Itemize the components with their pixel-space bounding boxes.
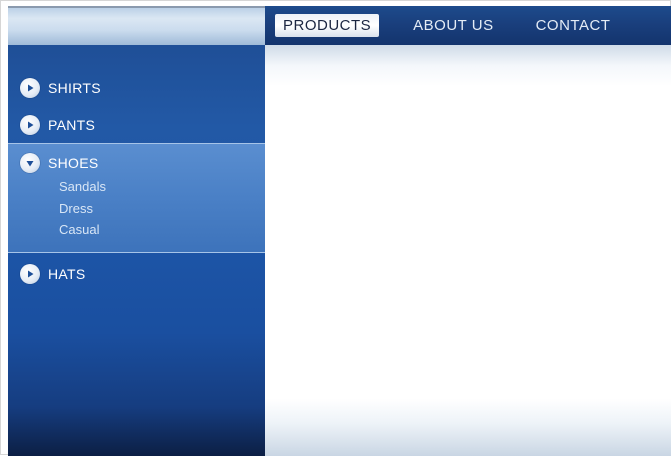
chevron-down-circle-icon — [20, 153, 40, 173]
nav-item-products[interactable]: PRODUCTS — [275, 14, 380, 37]
submenu-item-casual[interactable]: Casual — [59, 222, 99, 237]
sidebar-item-label: HATS — [48, 266, 86, 282]
play-circle-icon — [20, 78, 40, 98]
main-content — [265, 45, 671, 456]
sidebar-item-shoes[interactable]: SHOES — [20, 153, 99, 173]
sidebar-item-label: PANTS — [48, 117, 96, 133]
play-circle-icon — [20, 264, 40, 284]
top-nav: PRODUCTS ABOUT US CONTACT — [275, 6, 652, 45]
top-nav-bar: PRODUCTS ABOUT US CONTACT — [265, 6, 671, 45]
submenu-item-dress[interactable]: Dress — [59, 201, 93, 216]
sidebar-item-label: SHOES — [48, 155, 99, 171]
nav-item-about-us[interactable]: ABOUT US — [413, 17, 493, 34]
app-frame: PRODUCTS ABOUT US CONTACT SHIRTS PANTS S… — [0, 0, 671, 456]
sidebar-item-label: SHIRTS — [48, 80, 101, 96]
play-circle-icon — [20, 115, 40, 135]
sidebar-item-shoes-expanded: SHOES Sandals Dress Casual — [8, 143, 265, 253]
sidebar-item-pants[interactable]: PANTS — [20, 115, 95, 135]
sidebar: SHIRTS PANTS SHOES Sandals Dress Casual — [8, 45, 265, 456]
nav-item-contact[interactable]: CONTACT — [536, 17, 611, 34]
sidebar-item-shirts[interactable]: SHIRTS — [20, 78, 101, 98]
page: PRODUCTS ABOUT US CONTACT SHIRTS PANTS S… — [8, 6, 671, 456]
header-logo-area — [8, 6, 265, 45]
sidebar-item-hats[interactable]: HATS — [20, 264, 86, 284]
submenu-item-sandals[interactable]: Sandals — [59, 179, 106, 194]
header: PRODUCTS ABOUT US CONTACT — [8, 6, 671, 45]
